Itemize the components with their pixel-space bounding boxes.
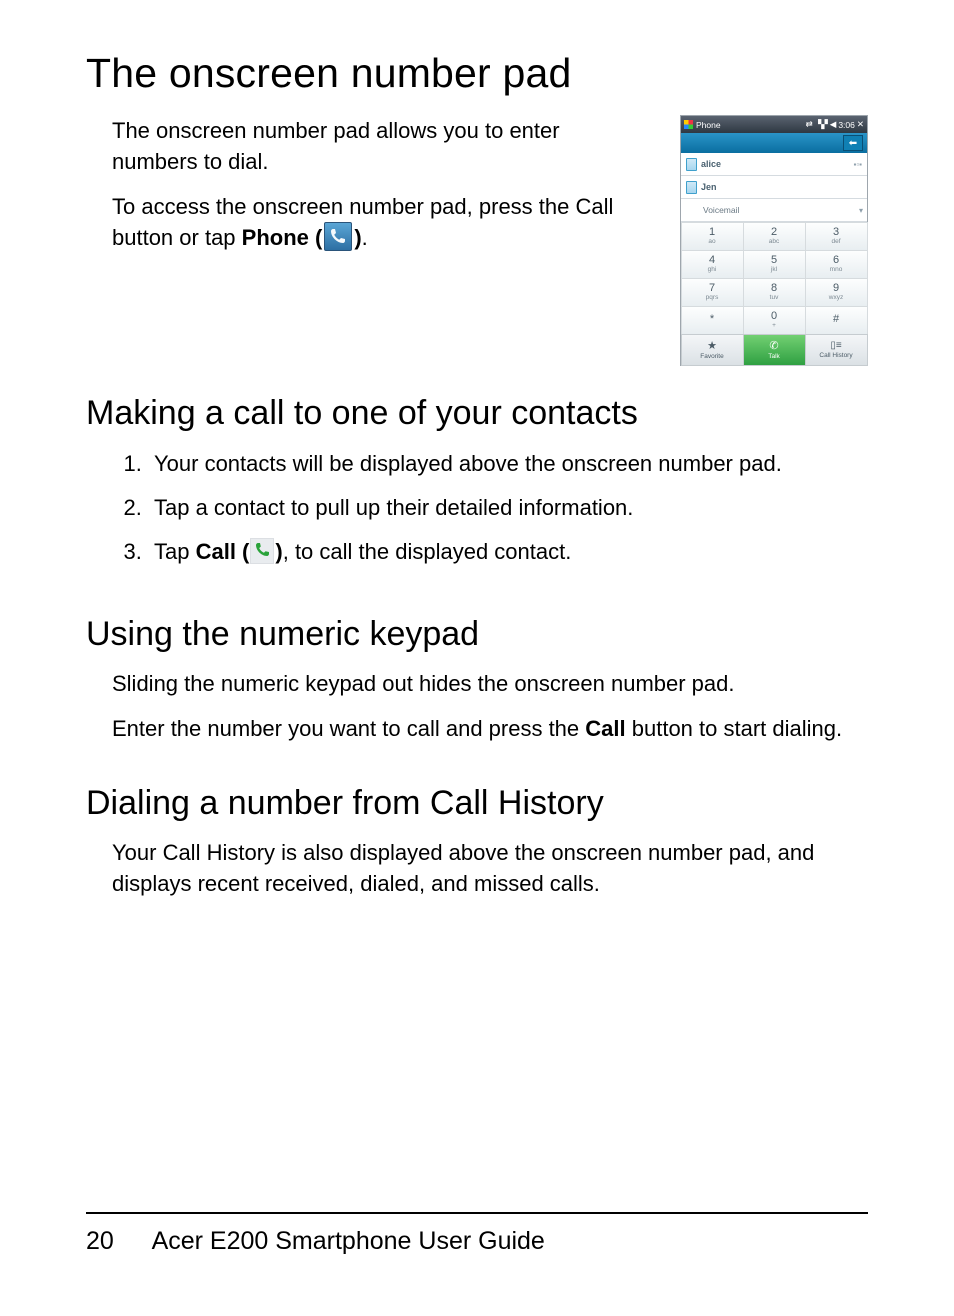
contact-row-voicemail: Voicemail ▾ bbox=[681, 199, 867, 222]
key-2: 2abc bbox=[743, 222, 806, 251]
intro-paragraph-2: To access the onscreen number pad, press… bbox=[112, 191, 636, 253]
history-paragraph-1: Your Call History is also displayed abov… bbox=[112, 837, 868, 899]
keypad-paragraph-2: Enter the number you want to call and pr… bbox=[112, 713, 868, 744]
key-3: 3def bbox=[805, 222, 868, 251]
call-history-button: ▯≡Call History bbox=[805, 334, 868, 366]
contact-name: alice bbox=[701, 159, 721, 169]
call-label-bold: Call ( bbox=[196, 539, 250, 564]
sync-icon: ⇄ bbox=[806, 119, 813, 130]
contact-row-alice: alice ▪▫▪ bbox=[681, 153, 867, 176]
key-1: 1ao bbox=[681, 222, 744, 251]
intro-text-period: . bbox=[362, 225, 368, 250]
key-4: 4ghi bbox=[681, 250, 744, 279]
key-7: 7pqrs bbox=[681, 278, 744, 307]
step-3: Tap Call (), to call the displayed conta… bbox=[148, 535, 868, 569]
start-icon bbox=[684, 120, 693, 129]
system-bar: Phone ⇄ ▝▞ ◀ 3:06 ✕ bbox=[681, 116, 867, 133]
close-icon: ✕ bbox=[857, 119, 864, 130]
phone-icon bbox=[324, 222, 352, 251]
favorite-button: ★Favorite bbox=[681, 334, 744, 366]
volume-icon: ◀ bbox=[830, 119, 837, 130]
contact-name: Voicemail bbox=[703, 205, 739, 215]
contact-row-jen: Jen bbox=[681, 176, 867, 199]
call-chip-icon: ▪▫▪ bbox=[853, 160, 862, 169]
key-6: 6mno bbox=[805, 250, 868, 279]
page-footer: 20 Acer E200 Smartphone User Guide bbox=[86, 1227, 545, 1256]
step-1: Your contacts will be displayed above th… bbox=[148, 447, 868, 481]
signal-icon: ▝▞ bbox=[815, 119, 828, 130]
footer-title: Acer E200 Smartphone User Guide bbox=[152, 1227, 545, 1255]
kp2-bold: Call bbox=[585, 716, 625, 741]
phone-label-close: ) bbox=[354, 225, 361, 250]
kp2-a: Enter the number you want to call and pr… bbox=[112, 716, 585, 741]
key-hash: # bbox=[805, 306, 868, 335]
dialpad: 1ao 2abc 3def 4ghi 5jkl 6mno 7pqrs 8tuv … bbox=[681, 222, 867, 334]
history-icon: ▯≡ bbox=[830, 340, 841, 351]
device-screenshot: Phone ⇄ ▝▞ ◀ 3:06 ✕ ⬅ alice ▪▫▪ bbox=[680, 115, 868, 366]
section-heading-contacts: Making a call to one of your contacts bbox=[86, 394, 868, 433]
page-title: The onscreen number pad bbox=[86, 50, 868, 97]
phone-label-bold: Phone ( bbox=[242, 225, 323, 250]
sim-icon bbox=[686, 181, 697, 194]
step-3-a: Tap bbox=[154, 539, 196, 564]
contacts-steps: Your contacts will be displayed above th… bbox=[118, 447, 868, 569]
footer-rule bbox=[86, 1212, 868, 1214]
key-star: * bbox=[681, 306, 744, 335]
key-5: 5jkl bbox=[743, 250, 806, 279]
chevron-down-icon: ▾ bbox=[859, 206, 863, 215]
section-heading-history: Dialing a number from Call History bbox=[86, 784, 868, 823]
key-9: 9wxyz bbox=[805, 278, 868, 307]
step-3-c: , to call the displayed contact. bbox=[283, 539, 572, 564]
keypad-paragraph-1: Sliding the numeric keypad out hides the… bbox=[112, 668, 868, 699]
kp2-b: button to start dialing. bbox=[626, 716, 842, 741]
key-0: 0+ bbox=[743, 306, 806, 335]
backspace-icon: ⬅ bbox=[843, 135, 863, 151]
intro-paragraph-1: The onscreen number pad allows you to en… bbox=[112, 115, 636, 177]
page-number: 20 bbox=[86, 1227, 146, 1256]
talk-icon: ✆ bbox=[769, 339, 778, 352]
contact-name: Jen bbox=[701, 182, 717, 192]
sim-icon bbox=[686, 158, 697, 171]
sysbar-time: 3:06 bbox=[838, 120, 855, 130]
sysbar-title: Phone bbox=[696, 120, 721, 130]
dock: ★Favorite ✆Talk ▯≡Call History bbox=[681, 334, 867, 365]
step-2: Tap a contact to pull up their detailed … bbox=[148, 491, 868, 525]
section-heading-keypad: Using the numeric keypad bbox=[86, 615, 868, 654]
key-8: 8tuv bbox=[743, 278, 806, 307]
star-icon: ★ bbox=[707, 339, 717, 352]
call-icon bbox=[250, 538, 274, 564]
call-label-close: ) bbox=[275, 539, 282, 564]
manual-page: The onscreen number pad The onscreen num… bbox=[0, 0, 954, 1316]
talk-button: ✆Talk bbox=[743, 334, 806, 366]
toolbar: ⬅ bbox=[681, 133, 867, 153]
